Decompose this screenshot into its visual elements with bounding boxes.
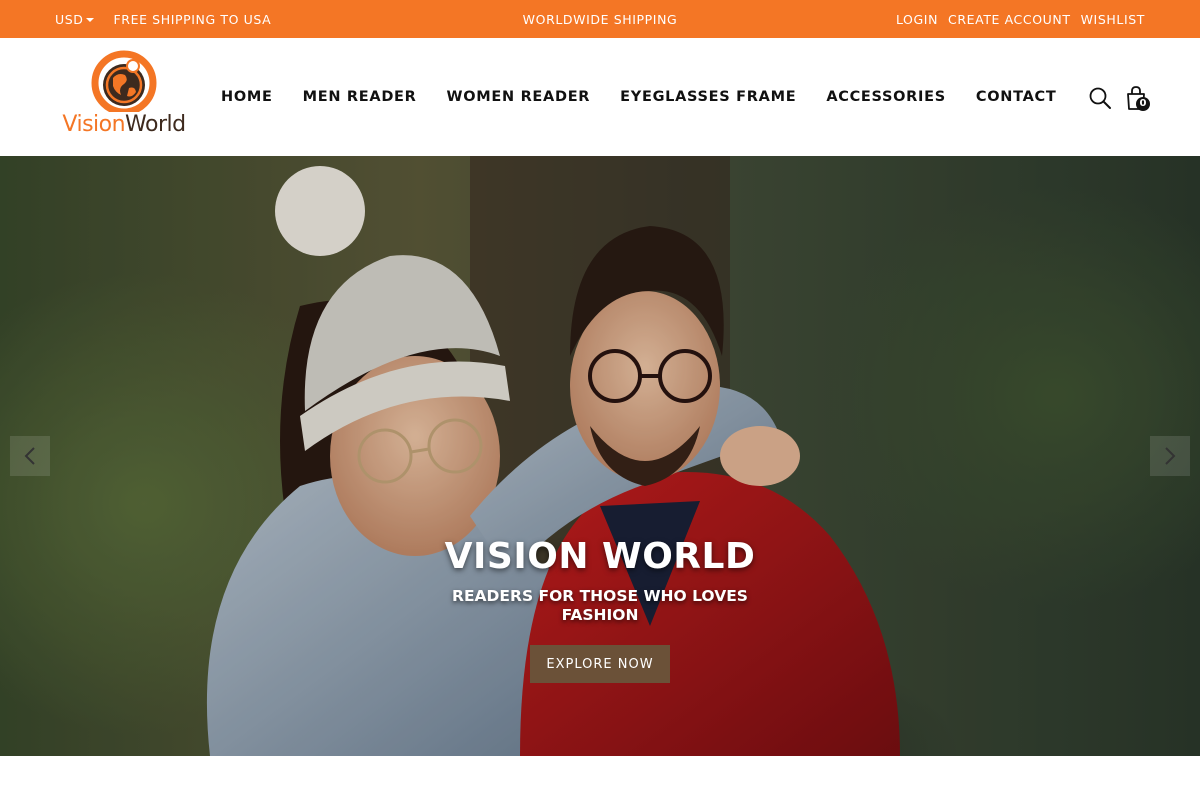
nav-item-men-reader[interactable]: MEN READER (303, 89, 417, 105)
announcement-bar: USD FREE SHIPPING TO USA WORLDWIDE SHIPP… (0, 0, 1200, 38)
currency-label: USD (55, 11, 84, 27)
main-navigation: HOME MEN READER WOMEN READER EYEGLASSES … (221, 38, 1056, 156)
site-header: VisionWorld HOME MEN READER WOMEN READER… (0, 38, 1200, 156)
nav-item-accessories[interactable]: ACCESSORIES (826, 89, 946, 105)
brand-wordmark-part1: Vision (62, 112, 126, 137)
globe-eye-icon (91, 50, 157, 116)
hero-slider: VISION WORLD READERS FOR THOSE WHO LOVES… (0, 156, 1200, 756)
worldwide-shipping-text: WORLDWIDE SHIPPING (522, 11, 678, 27)
free-shipping-text: FREE SHIPPING TO USA (113, 11, 272, 27)
topbar-left: USD FREE SHIPPING TO USA (55, 0, 271, 38)
slider-prev-button[interactable] (10, 436, 50, 476)
currency-selector[interactable]: USD (55, 12, 94, 27)
search-icon (1089, 87, 1111, 109)
search-button[interactable] (1088, 86, 1112, 110)
brand-wordmark: VisionWorld (55, 112, 193, 137)
chevron-left-icon (24, 447, 35, 465)
chevron-right-icon (1165, 447, 1176, 465)
nav-item-home[interactable]: HOME (221, 89, 273, 105)
cart-count-badge: 0 (1136, 97, 1150, 111)
brand-wordmark-part2: World (125, 112, 186, 137)
create-account-link[interactable]: CREATE ACCOUNT (948, 12, 1071, 27)
caret-down-icon (85, 18, 94, 22)
explore-now-button[interactable]: EXPLORE NOW (530, 645, 670, 683)
slider-next-button[interactable] (1150, 436, 1190, 476)
nav-item-contact[interactable]: CONTACT (976, 89, 1057, 105)
wishlist-link[interactable]: WISHLIST (1081, 12, 1145, 27)
topbar-account-links: LOGIN CREATE ACCOUNT WISHLIST (896, 0, 1145, 38)
nav-item-women-reader[interactable]: WOMEN READER (447, 89, 591, 105)
nav-item-eyeglasses-frame[interactable]: EYEGLASSES FRAME (620, 89, 796, 105)
brand-logo[interactable]: VisionWorld (55, 50, 193, 142)
login-link[interactable]: LOGIN (896, 12, 938, 27)
